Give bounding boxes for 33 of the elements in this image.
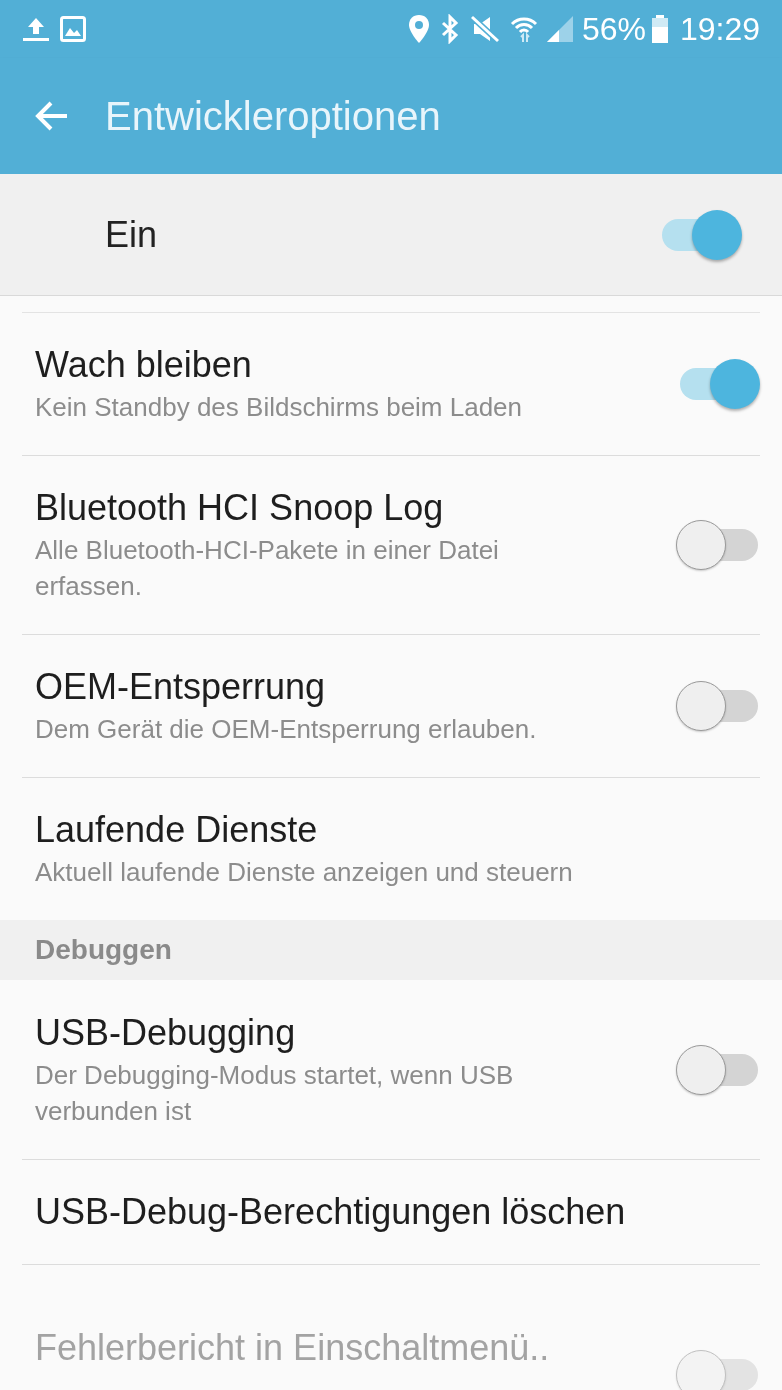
setting-title: Bluetooth HCI Snoop Log <box>35 486 445 530</box>
setting-description: Alle Bluetooth-HCI-Pakete in einer Datei erfassen. <box>35 534 500 603</box>
wifi-icon <box>509 15 538 43</box>
signal-icon <box>545 15 574 43</box>
setting-description: Aktuell laufende Dienste anzeigen und steuern <box>35 856 574 889</box>
setting-title: Wach bleiben <box>35 343 253 387</box>
section-header: Debuggen <box>0 920 782 980</box>
clock: 19:29 <box>679 13 760 45</box>
setting-title: USB-Debug-Berechtigungen löschen <box>35 1190 627 1234</box>
toggle-switch[interactable] <box>676 680 760 732</box>
master-switch-label: Ein <box>105 212 159 257</box>
setting-title: Laufende Dienste <box>35 808 319 852</box>
image-icon <box>60 16 86 42</box>
location-icon <box>407 14 430 44</box>
setting-title: Fehlerbericht in Einschaltmenü.. <box>35 1326 551 1370</box>
master-switch-row[interactable]: Ein <box>0 174 782 296</box>
screen-title: Entwickleroptionen <box>105 93 441 140</box>
settings-row[interactable]: USB-Debug-Berechtigungen löschen <box>22 1159 760 1264</box>
setting-title: USB-Debugging <box>35 1011 297 1055</box>
bluetooth-icon <box>439 14 460 44</box>
setting-title: OEM-Entsperrung <box>35 665 327 709</box>
toggle-switch[interactable] <box>676 519 760 571</box>
setting-description: Der Debugging-Modus startet, wenn USB verbunden ist <box>35 1059 515 1128</box>
toggle-switch[interactable] <box>676 1044 760 1096</box>
settings-row[interactable]: Bluetooth HCI Snoop Log Alle Bluetooth-HCI-Pakete in einer Datei erfassen. <box>22 455 760 634</box>
battery-icon <box>651 15 668 43</box>
settings-row[interactable]: OEM-Entsperrung Dem Gerät die OEM-Entsperrung erlauben. <box>22 634 760 777</box>
battery-percentage: 56% <box>581 13 646 45</box>
setting-description: Dem Gerät die OEM-Entsperrung erlauben. <box>35 713 538 746</box>
setting-description: Kein Standby des Bildschirms beim Laden <box>35 391 524 424</box>
muted-speaker-icon <box>469 15 500 43</box>
settings-row[interactable]: USB-Debugging Der Debugging-Modus startet, wenn USB verbunden ist <box>22 980 760 1159</box>
settings-row[interactable]: Wach bleiben Kein Standby des Bildschirms beim Laden <box>22 312 760 455</box>
